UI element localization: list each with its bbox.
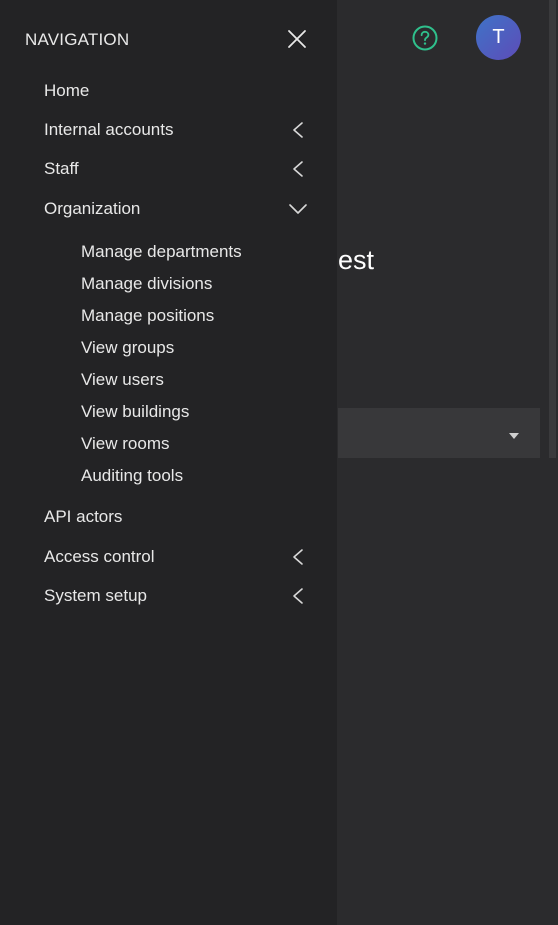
close-icon	[288, 30, 306, 48]
page-scrollbar[interactable]	[549, 0, 556, 458]
nav-item-label: Access control	[44, 547, 155, 566]
nav-item-organization[interactable]: Organization	[0, 191, 337, 227]
select-dropdown[interactable]	[338, 408, 540, 458]
chevron-left-icon	[293, 122, 303, 138]
subnav-item-view-rooms[interactable]: View rooms	[0, 428, 337, 458]
navigation-drawer: NAVIGATION Home Internal accounts Staff …	[0, 0, 337, 925]
nav-item-label: Home	[44, 81, 90, 100]
subnav-item-manage-divisions[interactable]: Manage divisions	[0, 268, 337, 298]
subnav-item-view-groups[interactable]: View groups	[0, 332, 337, 362]
subnav-item-label: View groups	[81, 338, 175, 357]
avatar-initial: T	[492, 26, 505, 48]
nav-item-home[interactable]: Home	[0, 73, 337, 109]
help-circle-icon	[412, 25, 438, 51]
caret-down-icon	[509, 433, 519, 439]
nav-item-internal-accounts[interactable]: Internal accounts	[0, 112, 337, 148]
subnav-item-label: View rooms	[81, 434, 170, 453]
chevron-left-icon	[293, 588, 303, 604]
chevron-left-icon	[293, 161, 303, 177]
nav-item-label: Organization	[44, 199, 141, 218]
subnav-item-label: Manage departments	[81, 242, 242, 261]
nav-item-staff[interactable]: Staff	[0, 151, 337, 187]
subnav-item-label: View buildings	[81, 402, 190, 421]
subnav-item-view-buildings[interactable]: View buildings	[0, 396, 337, 426]
nav-item-api-actors[interactable]: API actors	[0, 499, 337, 535]
close-drawer-button[interactable]	[286, 28, 308, 50]
subnav-item-label: Manage divisions	[81, 274, 213, 293]
subnav-item-view-users[interactable]: View users	[0, 364, 337, 394]
drawer-title: NAVIGATION	[25, 30, 130, 49]
subnav-item-label: View users	[81, 370, 164, 389]
nav-item-label: Internal accounts	[44, 120, 174, 139]
subnav-item-label: Auditing tools	[81, 466, 184, 485]
subnav-item-label: Manage positions	[81, 306, 215, 325]
chevron-left-icon	[293, 549, 303, 565]
subnav-item-manage-positions[interactable]: Manage positions	[0, 300, 337, 330]
help-button[interactable]	[412, 25, 438, 51]
user-avatar[interactable]: T	[476, 15, 521, 60]
page-heading: est	[338, 245, 375, 275]
subnav-item-auditing-tools[interactable]: Auditing tools	[0, 460, 337, 490]
nav-item-label: Staff	[44, 159, 79, 178]
chevron-down-icon	[289, 204, 307, 214]
nav-item-label: API actors	[44, 507, 123, 526]
nav-item-label: System setup	[44, 586, 147, 605]
subnav-item-manage-departments[interactable]: Manage departments	[0, 236, 337, 266]
nav-item-access-control[interactable]: Access control	[0, 539, 337, 575]
nav-item-system-setup[interactable]: System setup	[0, 578, 337, 614]
